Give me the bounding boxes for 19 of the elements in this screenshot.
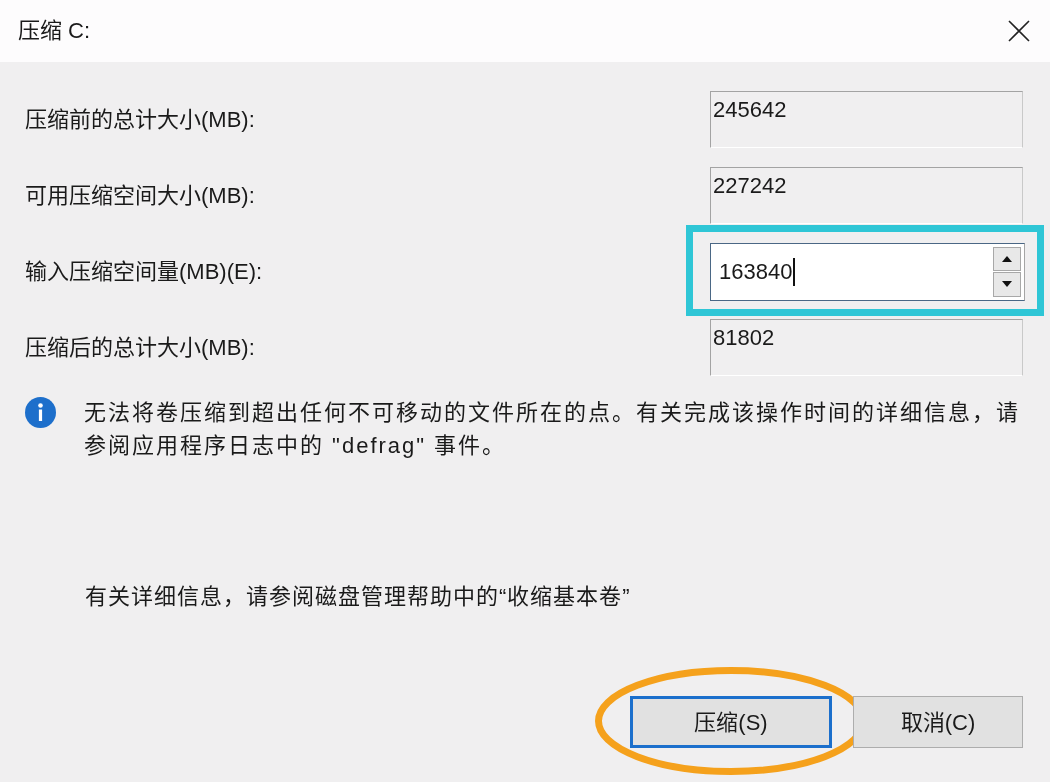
readonly-field: 245642 [710, 91, 1023, 148]
readonly-field: 227242 [710, 167, 1023, 224]
field-label: 压缩后的总计大小(MB): [25, 333, 256, 362]
number-input-field[interactable]: 163840 [710, 242, 1025, 301]
field-label: 输入压缩空间量(MB)(E): [25, 257, 264, 286]
down-triangle-icon [1002, 281, 1012, 288]
window-title: 压缩 C: [18, 17, 91, 45]
help-text: 有关详细信息，请参阅磁盘管理帮助中的“收缩基本卷” [85, 583, 631, 611]
cancel-button[interactable]: 取消(C) [853, 696, 1023, 748]
readonly-field: 81802 [710, 319, 1023, 376]
compress-button[interactable]: 压缩(S) [630, 696, 832, 748]
info-icon [25, 397, 56, 428]
up-triangle-icon [1002, 255, 1012, 262]
info-message: 无法将卷压缩到超出任何不可移动的文件所在的点。有关完成该操作时间的详细信息，请参阅应用程序日志中的 "defrag" 事件。 [84, 399, 1021, 460]
close-icon [1008, 20, 1030, 42]
spin-down-button[interactable] [993, 272, 1021, 297]
spin-up-button[interactable] [993, 246, 1021, 271]
field-label: 可用压缩空间大小(MB): [25, 181, 256, 210]
field-label: 压缩前的总计大小(MB): [25, 105, 256, 134]
